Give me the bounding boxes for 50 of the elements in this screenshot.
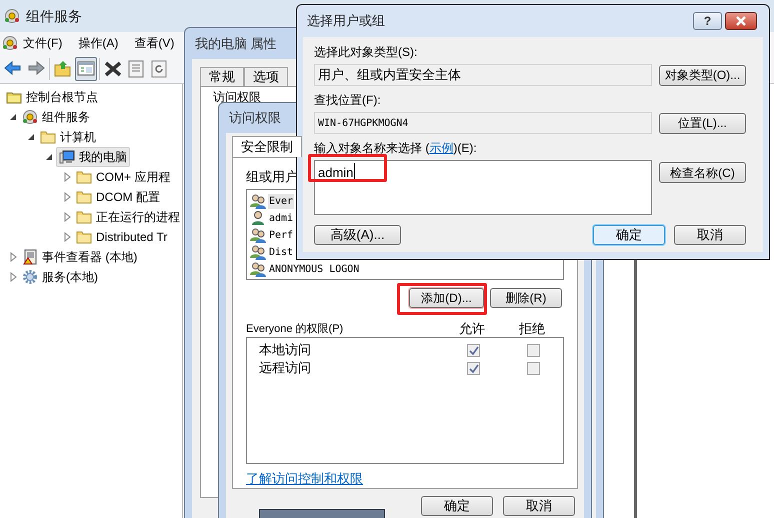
ok-button[interactable]: 确定 bbox=[421, 496, 493, 516]
section-label: Everyone 的权限(P) bbox=[246, 322, 344, 337]
window-title: 选择用户或组 bbox=[307, 12, 386, 30]
help-link[interactable]: 了解访问控制和权限 bbox=[246, 468, 363, 488]
group-label: 访问权限 bbox=[213, 90, 261, 104]
tree-item[interactable]: 组件服务 bbox=[20, 107, 92, 127]
tree-item[interactable]: 正在运行的进程 bbox=[74, 207, 182, 227]
list-item[interactable]: Ever bbox=[268, 194, 294, 208]
locations-button[interactable]: 位置(L)... bbox=[659, 112, 746, 134]
ok-button[interactable]: 确定 bbox=[593, 225, 665, 245]
tree-item[interactable]: 服务(本地) bbox=[20, 267, 100, 287]
tab[interactable]: 选项 bbox=[244, 67, 288, 86]
tab[interactable]: 常规 bbox=[200, 67, 244, 86]
tree-item[interactable]: 我的电脑 bbox=[56, 147, 130, 167]
remove-button[interactable]: 删除(R) bbox=[490, 288, 562, 308]
tree-item[interactable]: DCOM 配置 bbox=[74, 187, 162, 207]
advanced-button[interactable]: 高级(A)... bbox=[314, 225, 401, 245]
check-names-button[interactable]: 检查名称(C) bbox=[659, 162, 746, 183]
menu-item[interactable]: 查看(V) bbox=[132, 34, 176, 52]
window-title: 组件服务 bbox=[26, 6, 82, 26]
tab[interactable]: 安全限制 bbox=[232, 136, 302, 157]
field-label: 查找位置(F): bbox=[314, 92, 382, 108]
name-input[interactable]: admin bbox=[314, 160, 652, 215]
tree-item[interactable]: 事件查看器 (本地) bbox=[20, 247, 140, 267]
add-button[interactable]: 添加(D)... bbox=[409, 288, 484, 308]
list-item[interactable]: Perf bbox=[268, 228, 294, 242]
field-label: 选择此对象类型(S): bbox=[314, 44, 418, 60]
list-item[interactable]: Dist bbox=[268, 244, 294, 260]
field-label: 输入对象名称来选择 (示例)(E): bbox=[314, 140, 478, 156]
window-title: 访问权限 bbox=[229, 109, 281, 128]
tree-item[interactable]: COM+ 应用程 bbox=[74, 167, 172, 187]
column-header: 允许 bbox=[458, 320, 486, 338]
cancel-button[interactable]: 取消 bbox=[503, 496, 575, 516]
menu-item[interactable]: 操作(A) bbox=[76, 34, 120, 52]
list-item[interactable]: admi bbox=[268, 210, 294, 226]
tree-item[interactable]: 控制台根节点 bbox=[4, 87, 100, 107]
readonly-field: 用户、组或内置安全主体 bbox=[314, 64, 652, 86]
examples-link[interactable]: 示例 bbox=[429, 141, 454, 155]
permission-name: 远程访问 bbox=[259, 359, 312, 378]
list-item[interactable]: ANONYMOUS LOGON bbox=[268, 262, 360, 276]
tree-item[interactable]: Distributed Tr bbox=[74, 227, 170, 247]
menu-item[interactable]: 文件(F) bbox=[21, 34, 64, 52]
permission-name: 本地访问 bbox=[259, 341, 312, 360]
readonly-field: WIN-67HGPKMOGN4 bbox=[314, 112, 652, 134]
cancel-button[interactable]: 取消 bbox=[674, 225, 746, 245]
object-types-button[interactable]: 对象类型(O)... bbox=[659, 64, 746, 86]
column-header: 拒绝 bbox=[518, 320, 546, 338]
help-button[interactable]: ? bbox=[693, 12, 722, 30]
tree-item[interactable]: 计算机 bbox=[38, 127, 98, 147]
window-title: 我的电脑 属性 bbox=[195, 34, 277, 53]
